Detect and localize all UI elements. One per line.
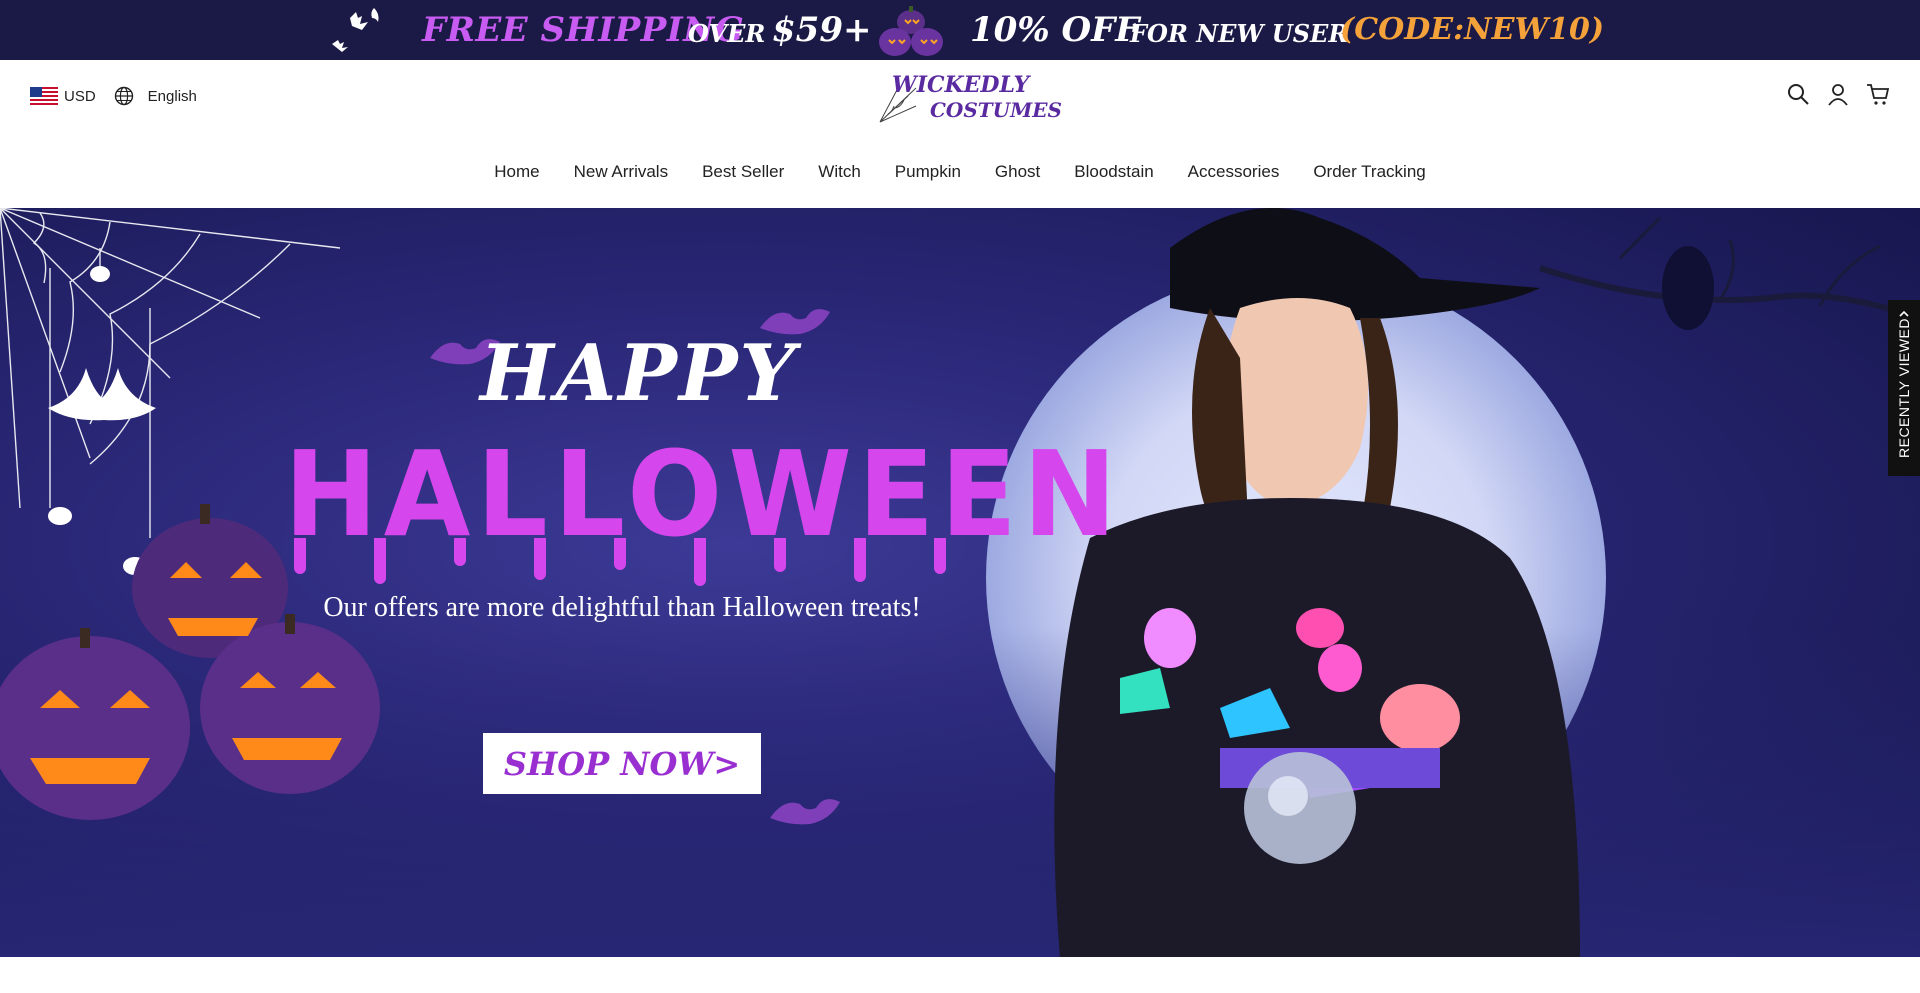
spider-icon: [48, 266, 147, 575]
hero-banner[interactable]: HAPPY HALLOWEEN Our offers are more deli…: [0, 208, 1920, 957]
language-selector[interactable]: English: [114, 86, 197, 106]
nav-item-accessories[interactable]: Accessories: [1187, 160, 1281, 184]
cart-icon[interactable]: [1866, 82, 1890, 106]
bat-icon: [770, 799, 840, 825]
user-icon[interactable]: [1826, 82, 1850, 106]
nav-item-best-seller[interactable]: Best Seller: [701, 160, 785, 184]
drip-decoration: [294, 538, 946, 586]
language-label: English: [147, 87, 197, 105]
site-logo[interactable]: WICKEDLY COSTUMES: [878, 72, 1062, 126]
shipping-amount: $59+: [772, 10, 872, 50]
nav-item-bloodstain[interactable]: Bloodstain: [1073, 160, 1154, 184]
logo-text-line2: COSTUMES: [930, 98, 1062, 122]
logo-text-line1: WICKEDLY: [892, 72, 1030, 98]
recently-viewed-tab[interactable]: RECENTLY VIEWED: [1888, 300, 1920, 476]
locale-selector: USD English: [30, 86, 197, 106]
recently-viewed-label: RECENTLY VIEWED: [1896, 317, 1912, 459]
main-navigation: Home New Arrivals Best Seller Witch Pump…: [0, 160, 1920, 184]
nav-item-order-tracking[interactable]: Order Tracking: [1312, 160, 1426, 184]
promo-banner[interactable]: FREE SHIPPING OVER $59+ 10% OFF FOR NEW …: [0, 0, 1920, 60]
nav-item-home[interactable]: Home: [493, 160, 540, 184]
bat-icon: [332, 8, 379, 52]
new-user-text: FOR NEW USER: [1130, 19, 1349, 48]
promo-code: (CODE:NEW10): [1340, 12, 1605, 47]
currency-label[interactable]: USD: [64, 88, 96, 105]
discount-text: 10% OFF: [970, 10, 1140, 50]
shop-now-button[interactable]: SHOP NOW>: [483, 733, 761, 794]
site-header: USD English WICKEDLY COSTUMES Home New A…: [0, 60, 1920, 208]
over-text: OVER: [688, 19, 766, 48]
search-icon[interactable]: [1786, 82, 1810, 106]
model-figure: [1054, 208, 1580, 957]
hero-tagline: Our offers are more delightful than Hall…: [323, 592, 921, 623]
pumpkin-icon: [879, 6, 943, 56]
nav-item-new-arrivals[interactable]: New Arrivals: [573, 160, 669, 184]
us-flag-icon[interactable]: [30, 87, 58, 105]
nav-item-pumpkin[interactable]: Pumpkin: [894, 160, 962, 184]
header-actions: [1770, 82, 1890, 106]
nav-item-ghost[interactable]: Ghost: [994, 160, 1041, 184]
hero-happy-text: HAPPY: [480, 328, 798, 419]
nav-item-witch[interactable]: Witch: [817, 160, 862, 184]
globe-icon: [114, 86, 133, 106]
